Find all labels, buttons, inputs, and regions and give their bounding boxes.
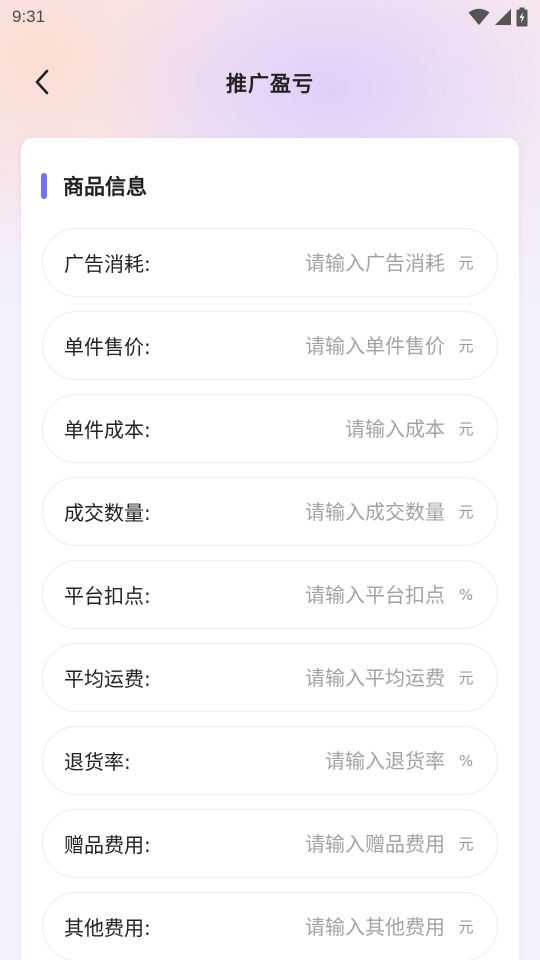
- platform-fee-input[interactable]: [150, 582, 445, 607]
- field-label: 单件售价:: [64, 335, 151, 359]
- field-label: 单件成本:: [64, 418, 151, 442]
- field-label: 其他费用:: [64, 916, 151, 940]
- field-platform-fee[interactable]: 平台扣点: %: [42, 560, 498, 629]
- average-shipping-input[interactable]: [150, 665, 445, 690]
- status-icons: [468, 7, 528, 27]
- gift-cost-input[interactable]: [150, 831, 445, 856]
- signal-icon: [494, 8, 512, 26]
- chevron-left-icon: [34, 69, 50, 99]
- field-ad-spend[interactable]: 广告消耗: 元: [42, 228, 498, 297]
- field-unit: %: [458, 751, 474, 770]
- status-time: 9:31: [12, 7, 46, 26]
- field-unit: %: [458, 585, 474, 604]
- field-label: 退货率:: [64, 750, 131, 774]
- field-label: 平台扣点:: [64, 584, 151, 608]
- field-unit-cost[interactable]: 单件成本: 元: [42, 394, 498, 463]
- field-unit-price[interactable]: 单件售价: 元: [42, 311, 498, 380]
- field-unit: 元: [458, 254, 474, 272]
- field-unit: 元: [458, 420, 474, 438]
- field-unit: 元: [458, 503, 474, 521]
- field-unit: 元: [458, 835, 474, 853]
- ad-spend-input[interactable]: [150, 250, 445, 275]
- field-unit: 元: [458, 918, 474, 936]
- status-bar: 9:31: [0, 0, 540, 34]
- wifi-icon: [468, 8, 490, 26]
- deal-quantity-input[interactable]: [150, 499, 445, 524]
- field-unit: 元: [458, 337, 474, 355]
- field-average-shipping[interactable]: 平均运费: 元: [42, 643, 498, 712]
- unit-cost-input[interactable]: [150, 416, 445, 441]
- section-header: 商品信息: [41, 172, 147, 200]
- field-deal-quantity[interactable]: 成交数量: 元: [42, 477, 498, 546]
- field-label: 成交数量:: [64, 501, 151, 525]
- page-title: 推广盈亏: [226, 72, 314, 96]
- field-unit: 元: [458, 669, 474, 687]
- field-label: 广告消耗:: [64, 252, 151, 276]
- other-cost-input[interactable]: [150, 914, 445, 939]
- field-label: 赠品费用:: [64, 833, 151, 857]
- product-info-card: 商品信息 广告消耗: 元 单件售价: 元 单件成本: 元 成交数量: 元 平台扣…: [21, 138, 519, 960]
- unit-price-input[interactable]: [150, 333, 445, 358]
- field-other-cost[interactable]: 其他费用: 元: [42, 892, 498, 960]
- field-gift-cost[interactable]: 赠品费用: 元: [42, 809, 498, 878]
- battery-charging-icon: [516, 7, 528, 27]
- field-label: 平均运费:: [64, 667, 151, 691]
- app-header: 推广盈亏: [0, 56, 540, 110]
- return-rate-input[interactable]: [130, 748, 445, 773]
- field-return-rate[interactable]: 退货率: %: [42, 726, 498, 795]
- section-accent-bar: [41, 173, 47, 199]
- section-title: 商品信息: [63, 175, 147, 199]
- back-button[interactable]: [22, 64, 62, 104]
